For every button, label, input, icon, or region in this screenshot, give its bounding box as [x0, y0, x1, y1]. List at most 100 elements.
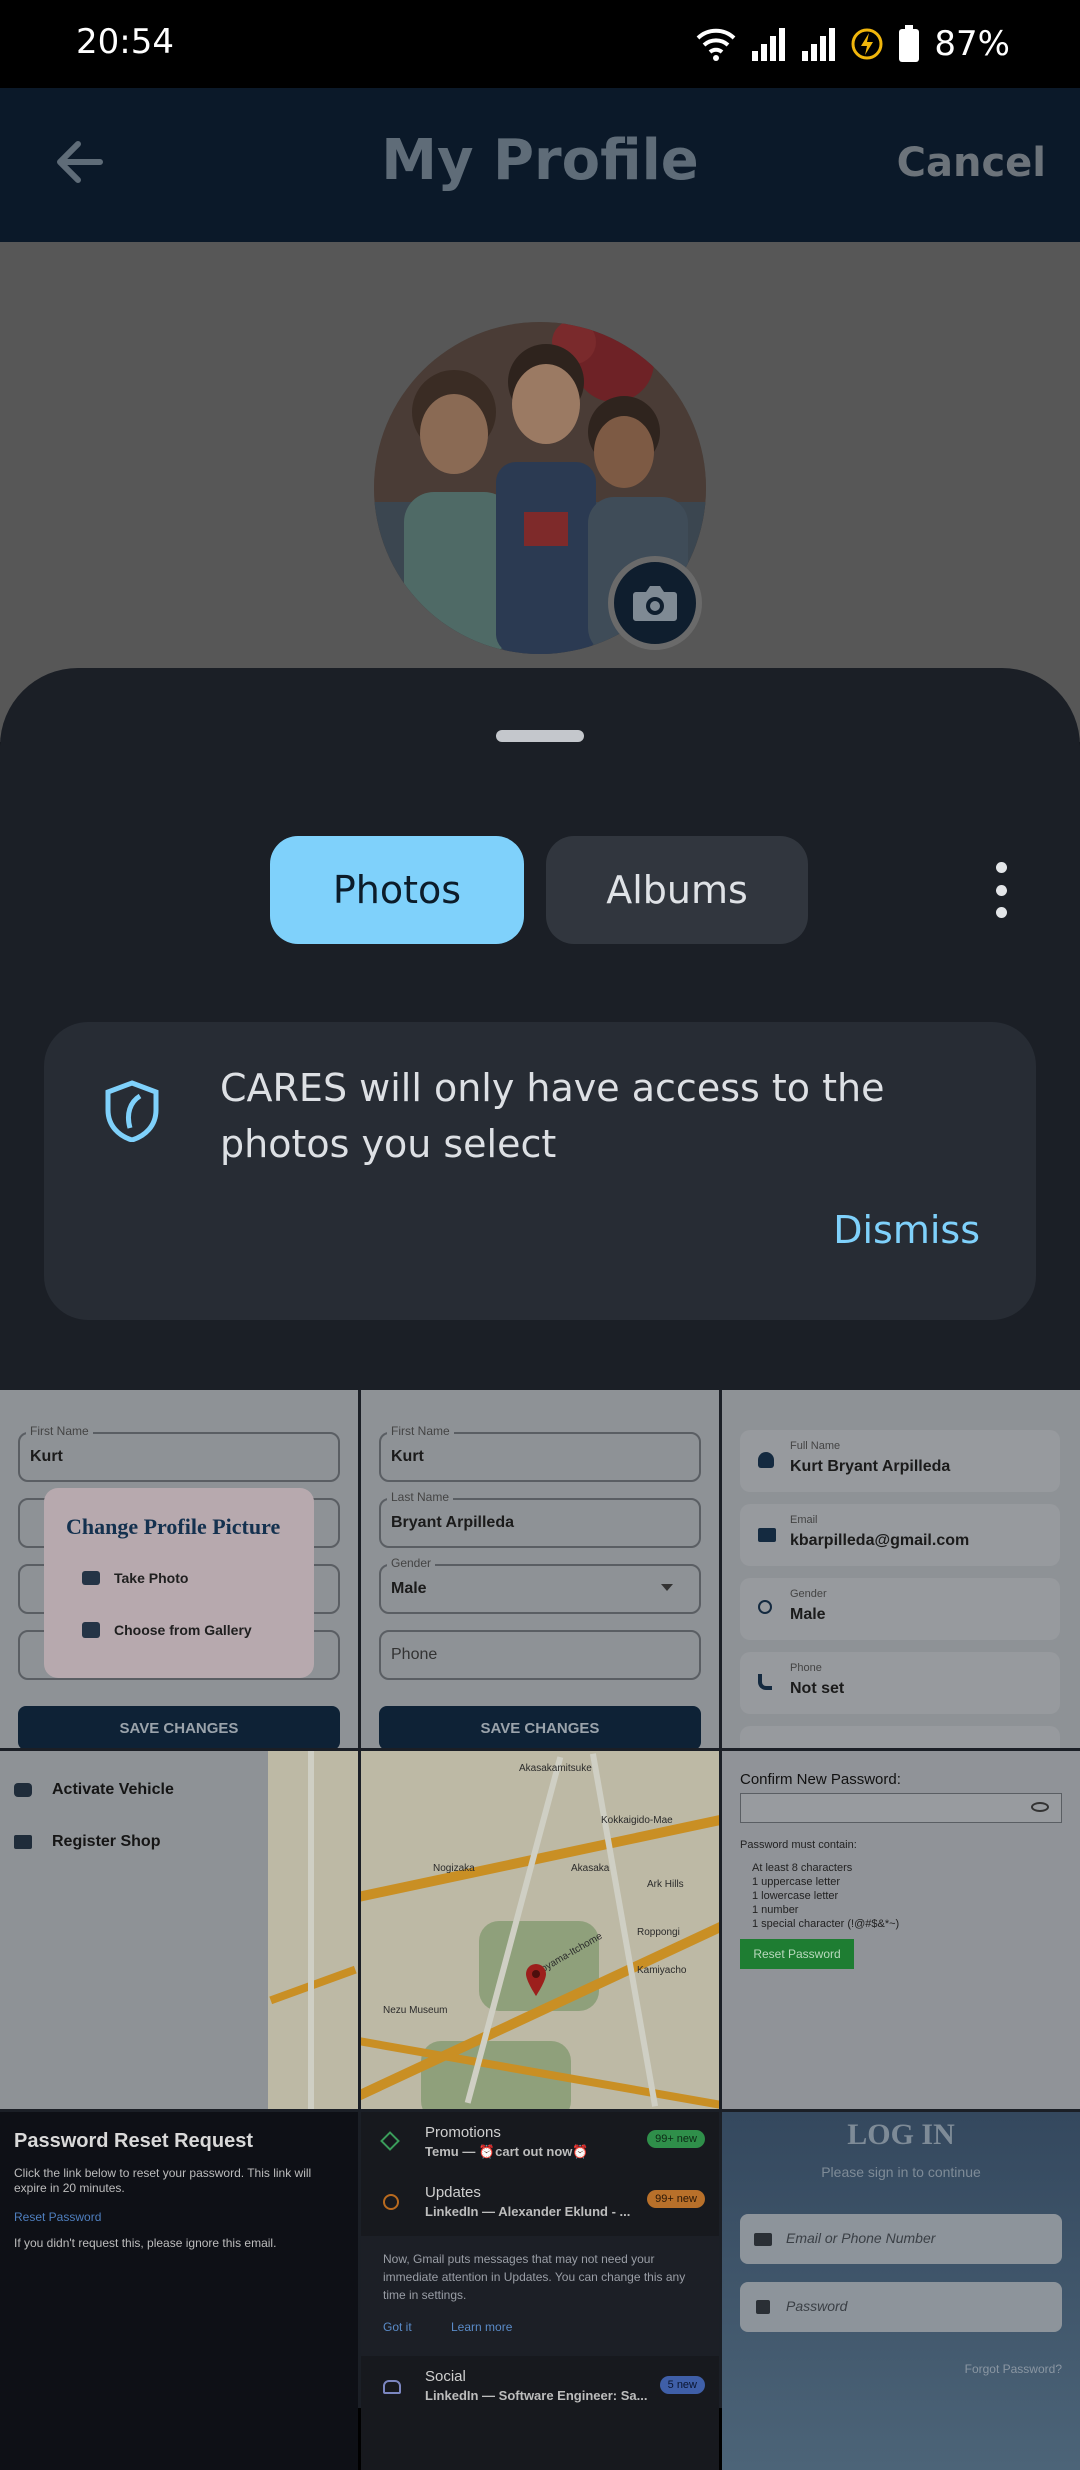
- email-icon: [758, 1528, 776, 1542]
- battery-icon: [899, 25, 920, 62]
- status-icons: 87%: [696, 22, 1010, 66]
- email-title: Password Reset Request: [14, 2130, 253, 2152]
- confirm-password-label: Confirm New Password:: [740, 1771, 901, 1788]
- tag-icon: [380, 2131, 400, 2151]
- login-password-field: Password: [740, 2282, 1062, 2332]
- map-label: Nogizaka: [433, 1863, 475, 1874]
- requirements-list: At least 8 characters 1 uppercase letter…: [752, 1861, 899, 1931]
- forgot-password-link: Forgot Password?: [964, 2362, 1062, 2376]
- dismiss-button[interactable]: Dismiss: [833, 1208, 980, 1252]
- reset-password-button: Reset Password: [740, 1939, 854, 1969]
- photo-thumbnail-9[interactable]: LOG IN Please sign in to continue Email …: [722, 2112, 1080, 2470]
- tab-photos[interactable]: Photos: [270, 836, 524, 944]
- email-row: Email kbarpilleda@gmail.com: [740, 1504, 1060, 1566]
- first-name-field: Kurt: [379, 1432, 701, 1482]
- more-options-icon[interactable]: [986, 862, 1016, 918]
- cancel-button[interactable]: Cancel: [897, 140, 1046, 186]
- camera-icon: [82, 1571, 100, 1585]
- take-photo-option: Take Photo: [82, 1570, 188, 1586]
- gender-value: Male: [790, 1606, 826, 1623]
- lock-icon: [756, 2300, 770, 2314]
- full-name-label: Full Name: [790, 1440, 841, 1452]
- info-icon: [383, 2194, 399, 2210]
- last-name-field: Bryant Arpilleda: [379, 1498, 701, 1548]
- notice-text: CARES will only have access to the photo…: [220, 1066, 885, 1166]
- map-label: Nezu Museum: [383, 2005, 448, 2016]
- first-name-field: Kurt: [18, 1432, 340, 1482]
- signal-icon: [752, 28, 786, 61]
- promotions-badge: 99+ new: [647, 2130, 705, 2148]
- confirm-password-field: [740, 1793, 1062, 1823]
- gender-label: Gender: [387, 1556, 436, 1570]
- phone-icon: [758, 1674, 772, 1690]
- requirements-title: Password must contain:: [740, 1839, 857, 1851]
- last-name-label: Last Name: [387, 1490, 454, 1504]
- map-label: Ark Hills: [647, 1879, 684, 1890]
- car-icon: [14, 1783, 32, 1797]
- gmail-info-text: Now, Gmail puts messages that may not ne…: [383, 2252, 686, 2302]
- requirement-item: 1 special character (!@#$&*~): [752, 1918, 900, 1930]
- photo-thumbnail-8[interactable]: Promotions Temu — ⏰cart out now⏰ 99+ new…: [361, 2112, 719, 2470]
- dropdown-arrow-icon: [661, 1584, 673, 1591]
- photo-thumbnail-1[interactable]: Kurt First Name Change Profile Picture T…: [0, 1390, 358, 1748]
- login-email-field: Email or Phone Number: [740, 2214, 1062, 2264]
- map-label: Akasakamitsuke: [519, 1763, 592, 1774]
- social-badge: 5 new: [659, 2376, 705, 2394]
- requirement-item: 1 lowercase letter: [752, 1890, 839, 1902]
- gmail-info-card: Now, Gmail puts messages that may not ne…: [361, 2236, 719, 2356]
- change-photo-button[interactable]: [608, 556, 702, 650]
- updates-label: Updates: [425, 2184, 481, 2201]
- email-icon: [754, 2233, 772, 2246]
- photo-thumbnail-4[interactable]: Activate Vehicle Register Shop: [0, 1751, 358, 2109]
- gender-row: Gender Male: [740, 1578, 1060, 1640]
- status-bar: 20:54 87%: [0, 0, 1080, 88]
- photo-thumbnail-6[interactable]: Confirm New Password: Password must cont…: [722, 1751, 1080, 2109]
- people-icon: [383, 2380, 401, 2394]
- camera-icon: [633, 586, 677, 621]
- tab-albums[interactable]: Albums: [546, 836, 808, 944]
- phone-field: Phone: [379, 1630, 701, 1680]
- full-name-value: Kurt Bryant Arpilleda: [790, 1458, 951, 1475]
- gallery-label: Choose from Gallery: [114, 1622, 252, 1638]
- next-row: [740, 1726, 1060, 1748]
- email-body: Click the link below to reset your passw…: [14, 2166, 312, 2195]
- register-shop-label: Register Shop: [52, 1833, 161, 1850]
- learn-more-link: Learn more: [451, 2320, 513, 2334]
- got-it-link: Got it: [383, 2320, 412, 2334]
- login-subtitle: Please sign in to continue: [821, 2164, 981, 2180]
- save-changes-button: SAVE CHANGES: [18, 1706, 340, 1748]
- login-password-placeholder: Password: [786, 2298, 848, 2314]
- drag-handle[interactable]: [496, 730, 584, 742]
- gender-field: Male: [379, 1564, 701, 1614]
- person-icon: [758, 1452, 774, 1468]
- full-name-row: Full Name Kurt Bryant Arpilleda: [740, 1430, 1060, 1492]
- email-label: Email: [790, 1514, 818, 1526]
- dialog-title: Change Profile Picture: [66, 1514, 281, 1539]
- photo-thumbnail-3[interactable]: Full Name Kurt Bryant Arpilleda Email kb…: [722, 1390, 1080, 1748]
- first-name-label: First Name: [387, 1424, 454, 1438]
- activate-vehicle-label: Activate Vehicle: [52, 1781, 174, 1798]
- signal-icon-2: [802, 28, 836, 61]
- eye-off-icon: [1031, 1802, 1049, 1812]
- male-icon: [758, 1600, 772, 1614]
- requirement-item: At least 8 characters: [752, 1862, 853, 1874]
- requirement-item: 1 number: [752, 1904, 799, 1916]
- gallery-icon: [82, 1622, 100, 1638]
- photo-thumbnail-2[interactable]: Kurt First Name Bryant Arpilleda Last Na…: [361, 1390, 719, 1748]
- save-changes-button: SAVE CHANGES: [379, 1706, 701, 1748]
- reset-link: Reset Password: [14, 2210, 102, 2224]
- battery-saver-icon: [851, 28, 883, 60]
- updates-sub: LinkedIn — Alexander Eklund - ...: [425, 2204, 631, 2219]
- gallery-option: Choose from Gallery: [82, 1622, 252, 1638]
- photo-thumbnail-5[interactable]: Akasakamitsuke Kokkaigido-Mae Akasaka Ar…: [361, 1751, 719, 2109]
- promotions-sub: Temu — ⏰cart out now⏰: [425, 2144, 589, 2159]
- map-label: Kokkaigido-Mae: [601, 1815, 673, 1826]
- wifi-icon: [697, 28, 736, 61]
- shop-icon: [14, 1835, 32, 1849]
- login-title: LOG IN: [847, 2118, 955, 2151]
- photo-thumbnail-7[interactable]: Password Reset Request Click the link be…: [0, 2112, 358, 2470]
- gender-label: Gender: [790, 1588, 827, 1600]
- register-shop-item: Register Shop: [14, 1833, 160, 1851]
- map-label: Akasaka: [571, 1863, 610, 1874]
- phone-value: Not set: [790, 1680, 845, 1697]
